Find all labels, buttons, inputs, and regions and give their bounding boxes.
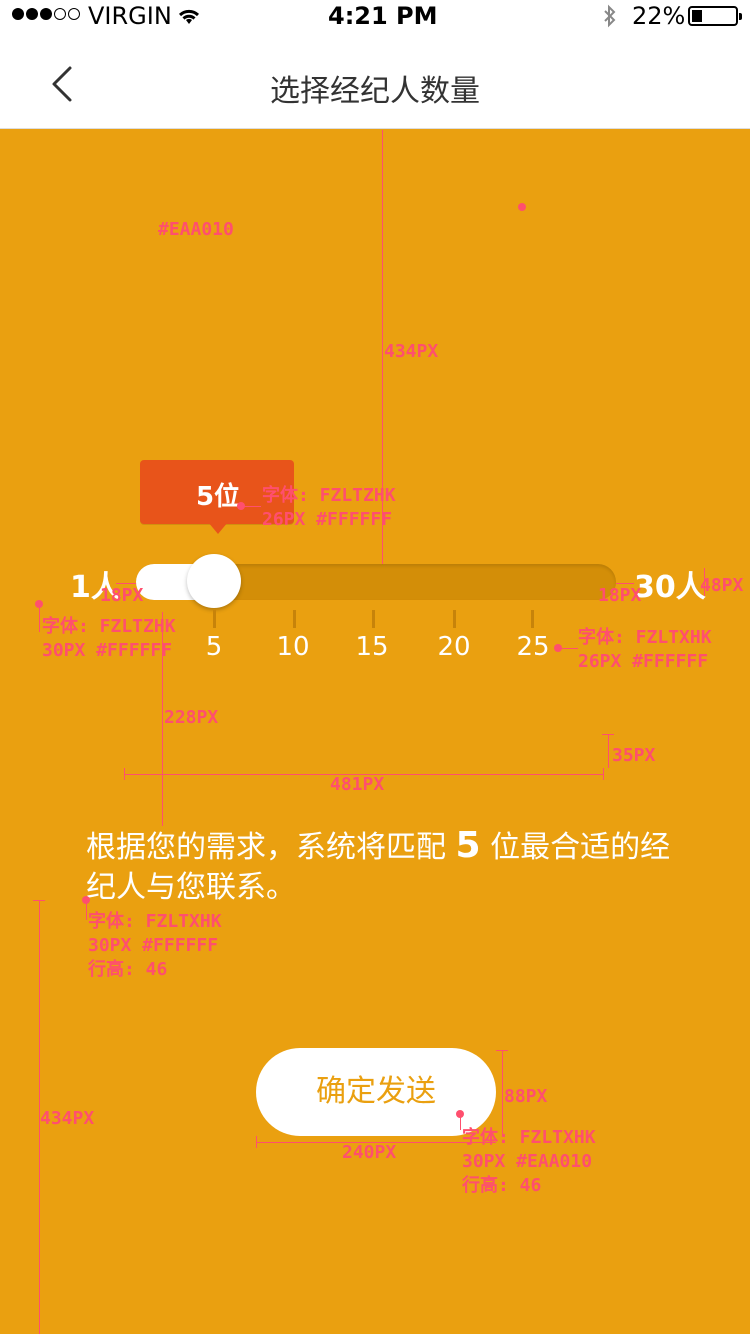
tick-size-annotation: 26PX #FFFFFF — [578, 651, 709, 672]
btn-font-annotation: 字体: FZLTXHK — [462, 1127, 596, 1148]
width-481-annotation: 481PX — [330, 774, 385, 795]
tick-mark — [531, 610, 534, 628]
battery-percent: 22% — [632, 2, 686, 30]
battery-icon — [688, 6, 742, 26]
desc-lineheight-annotation: 行高: 46 — [88, 959, 168, 980]
tick-label: 25 — [516, 632, 550, 662]
clock: 4:21 PM — [328, 2, 438, 30]
page-title: 选择经纪人数量 — [270, 74, 480, 109]
description-count: 5 — [455, 825, 481, 866]
tooltip-font-annotation: 字体: FZLTZHK — [262, 485, 396, 506]
annotation-leader — [558, 648, 578, 649]
tick-mark — [293, 610, 296, 628]
height-88-annotation: 88PX — [504, 1086, 548, 1107]
tick-label: 10 — [276, 632, 310, 662]
description-text-before: 根据您的需求，系统将匹配 — [86, 830, 446, 865]
measure-tick — [602, 734, 614, 735]
tick-mark — [453, 610, 456, 628]
measure-tick — [496, 1050, 508, 1051]
tick-mark — [213, 610, 216, 628]
measure-tick — [124, 768, 125, 780]
measure-line-228 — [162, 612, 163, 826]
measure-line-35 — [608, 734, 609, 768]
annotation-leader — [460, 1114, 461, 1130]
desc-size-annotation: 30PX #FFFFFF — [88, 935, 219, 956]
tooltip-arrow — [208, 522, 228, 534]
range-size-annotation: 30PX #FFFFFF — [42, 640, 173, 661]
status-bar: VIRGIN 4:21 PM 22% — [0, 0, 750, 40]
slider-thumb[interactable] — [187, 554, 241, 608]
annotation-marker — [518, 203, 526, 211]
gap-35-annotation: 35PX — [612, 745, 656, 766]
tick-mark — [372, 610, 375, 628]
nav-bar: 选择经纪人数量 — [0, 40, 750, 129]
height-annotation-bottom: 434PX — [40, 1108, 95, 1129]
bluetooth-icon — [604, 4, 616, 28]
gap-228-annotation: 228PX — [164, 707, 219, 728]
measure-tick — [33, 900, 45, 901]
annotation-leader — [241, 506, 261, 507]
btn-lineheight-annotation: 行高: 46 — [462, 1175, 542, 1196]
desc-font-annotation: 字体: FZLTXHK — [88, 911, 222, 932]
range-font-annotation: 字体: FZLTZHK — [42, 616, 176, 637]
tooltip-size-annotation: 26PX #FFFFFF — [262, 509, 393, 530]
height-annotation-top: 434PX — [384, 341, 439, 362]
signal-strength-icon — [12, 8, 80, 20]
measure-line-88 — [502, 1050, 503, 1136]
annotation-leader — [86, 900, 87, 920]
right-pad-annotation: 18PX — [598, 585, 642, 606]
tooltip-value-label: 5位 — [196, 482, 241, 512]
bg-color-annotation: #EAA010 — [158, 219, 234, 240]
carrier-name: VIRGIN — [88, 2, 172, 30]
btn-size-annotation: 30PX #EAA010 — [462, 1151, 593, 1172]
wifi-icon — [178, 9, 200, 24]
tick-font-annotation: 字体: FZLTXHK — [578, 627, 712, 648]
measure-tick — [256, 1136, 257, 1148]
left-pad-annotation: 18PX — [100, 585, 144, 606]
height-48-annotation: 48PX — [700, 575, 744, 596]
slider-max-label: 30人 — [634, 570, 706, 605]
match-description: 根据您的需求，系统将匹配 5 位最合适的经纪人与您联系。 — [86, 826, 686, 908]
measure-tick — [603, 768, 604, 780]
width-240-annotation: 240PX — [342, 1142, 397, 1163]
tick-label: 5 — [205, 632, 223, 662]
annotation-leader — [39, 604, 40, 632]
tick-label: 20 — [437, 632, 471, 662]
tick-label: 15 — [355, 632, 389, 662]
